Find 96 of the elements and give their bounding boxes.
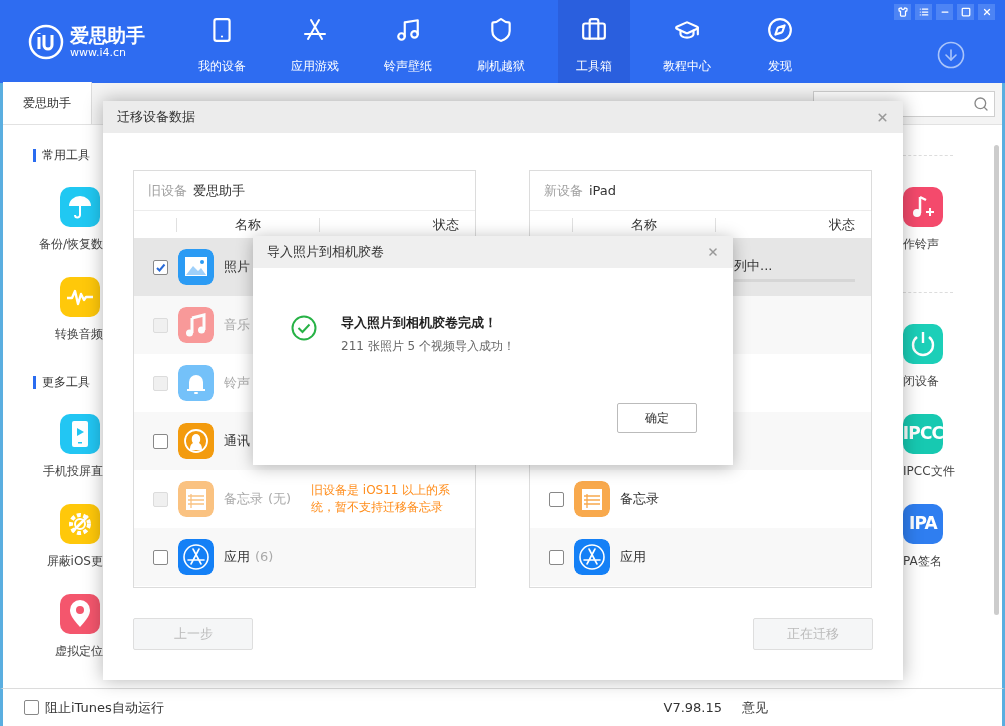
row-checkbox[interactable] bbox=[153, 433, 168, 449]
close-icon[interactable] bbox=[707, 246, 719, 258]
shirt-icon bbox=[897, 7, 908, 17]
nav-tab[interactable]: 我的设备 bbox=[186, 0, 258, 83]
item-name: 备忘录 bbox=[620, 490, 659, 509]
download-icon[interactable] bbox=[936, 40, 966, 70]
column-header: 状态 bbox=[433, 215, 459, 234]
tool-label[interactable]: IPCC文件 bbox=[903, 462, 955, 480]
item-name: 应用 bbox=[224, 548, 250, 567]
column-header: 名称 bbox=[631, 215, 657, 234]
close-icon bbox=[981, 7, 992, 17]
column-header: 名称 bbox=[235, 215, 261, 234]
tab[interactable]: 爱思助手 bbox=[3, 82, 92, 124]
panel-label: 新设备 bbox=[544, 181, 583, 200]
row-checkbox[interactable] bbox=[549, 549, 564, 565]
app-name: 爱思助手 bbox=[70, 23, 145, 46]
checkbox-label[interactable]: 阻止iTunes自动运行 bbox=[45, 697, 164, 718]
close-button[interactable] bbox=[978, 4, 995, 20]
row-checkbox[interactable] bbox=[153, 259, 168, 275]
skin-button[interactable] bbox=[894, 4, 911, 20]
nav-tab[interactable]: 铃声壁纸 bbox=[372, 0, 444, 83]
row-checkbox[interactable] bbox=[549, 491, 564, 507]
item-name: 音乐 bbox=[224, 316, 250, 335]
music-icon bbox=[395, 17, 421, 43]
tool-label[interactable]: 屏蔽iOS更 bbox=[46, 552, 103, 570]
logo-icon bbox=[28, 23, 64, 60]
tool-label[interactable]: 闭设备 bbox=[903, 372, 939, 390]
bell-icon bbox=[178, 365, 214, 401]
phone-play-icon[interactable] bbox=[60, 414, 100, 454]
data-row[interactable]: 应用 bbox=[530, 528, 871, 586]
gear-slash-icon[interactable] bbox=[60, 504, 100, 544]
nav-tab[interactable]: 刷机越狱 bbox=[465, 0, 537, 83]
tool-label[interactable]: 作铃声 bbox=[903, 235, 939, 253]
device-name: 爱思助手 bbox=[193, 181, 245, 200]
item-count: (6) bbox=[255, 548, 274, 567]
success-message: 导入照片到相机胶卷完成！ bbox=[341, 314, 498, 332]
scrollbar[interactable] bbox=[994, 145, 999, 615]
item-name: 照片 bbox=[224, 258, 250, 277]
item-count: (无) bbox=[268, 490, 292, 509]
menu-button[interactable] bbox=[915, 4, 932, 20]
music-plus-icon[interactable] bbox=[903, 187, 943, 227]
success-check-icon bbox=[291, 315, 317, 341]
app-url: www.i4.cn bbox=[70, 45, 128, 60]
section-marker bbox=[33, 375, 36, 389]
tool-label[interactable]: 手机投屏直 bbox=[43, 462, 103, 480]
section-title: 更多工具 bbox=[42, 374, 90, 391]
shield-icon bbox=[488, 17, 514, 43]
data-row[interactable]: 应用 (6) bbox=[134, 528, 475, 586]
app-store-icon bbox=[178, 539, 214, 575]
compass-icon bbox=[767, 17, 793, 43]
umbrella-icon[interactable] bbox=[60, 187, 100, 227]
feedback-link[interactable]: 意见 bbox=[742, 697, 768, 718]
tool-label[interactable]: 转换音频 bbox=[55, 325, 103, 343]
power-icon[interactable] bbox=[903, 324, 943, 364]
photo-icon bbox=[178, 249, 214, 285]
app-store-icon bbox=[574, 539, 610, 575]
nav-tab[interactable]: 发现 bbox=[744, 0, 816, 83]
success-detail: 211 张照片 5 个视频导入成功！ bbox=[341, 337, 515, 355]
minimize-button[interactable] bbox=[936, 4, 953, 20]
nav-tab[interactable]: 应用游戏 bbox=[279, 0, 351, 83]
tool-label[interactable]: 虚拟定位 bbox=[55, 642, 103, 660]
dialog-title: 迁移设备数据 bbox=[117, 108, 195, 127]
tool-label[interactable]: 备份/恢复数 bbox=[38, 235, 103, 253]
section-marker bbox=[33, 148, 36, 162]
panel-label: 旧设备 bbox=[148, 181, 187, 200]
item-name: 应用 bbox=[620, 548, 646, 567]
contact-icon bbox=[178, 423, 214, 459]
list-icon bbox=[918, 7, 929, 17]
file-type-icon[interactable]: IPA bbox=[903, 504, 943, 544]
item-name: 备忘录 bbox=[224, 490, 263, 509]
nav-tab[interactable]: 工具箱 bbox=[558, 0, 630, 83]
column-header: 状态 bbox=[829, 215, 855, 234]
notes-icon bbox=[178, 481, 214, 517]
close-icon[interactable] bbox=[876, 110, 889, 124]
tool-label[interactable]: PA签名 bbox=[903, 552, 942, 570]
item-name: 通讯 bbox=[224, 432, 250, 451]
maximize-icon bbox=[960, 7, 971, 17]
row-checkbox[interactable] bbox=[153, 549, 168, 565]
item-name: 铃声 bbox=[224, 374, 250, 393]
itunes-checkbox[interactable] bbox=[24, 700, 39, 715]
waveform-icon[interactable] bbox=[60, 277, 100, 317]
map-pin-icon[interactable] bbox=[60, 594, 100, 634]
nav-tab[interactable]: 教程中心 bbox=[651, 0, 723, 83]
dialog-title: 导入照片到相机胶卷 bbox=[267, 243, 384, 262]
notes-icon bbox=[574, 481, 610, 517]
confirm-button[interactable]: 确定 bbox=[617, 402, 697, 433]
app-store-icon bbox=[302, 17, 328, 43]
warning-note: 旧设备是 iOS11 以上的系统，暂不支持迁移备忘录 bbox=[311, 482, 452, 516]
music-note-icon bbox=[178, 307, 214, 343]
toolbox-icon bbox=[581, 17, 607, 43]
status-text: 列中... bbox=[734, 257, 774, 276]
search-icon[interactable] bbox=[973, 95, 989, 112]
section-title: 常用工具 bbox=[42, 147, 90, 164]
device-name: iPad bbox=[589, 181, 617, 200]
version-text: V7.98.15 bbox=[663, 698, 722, 717]
maximize-button[interactable] bbox=[957, 4, 974, 20]
